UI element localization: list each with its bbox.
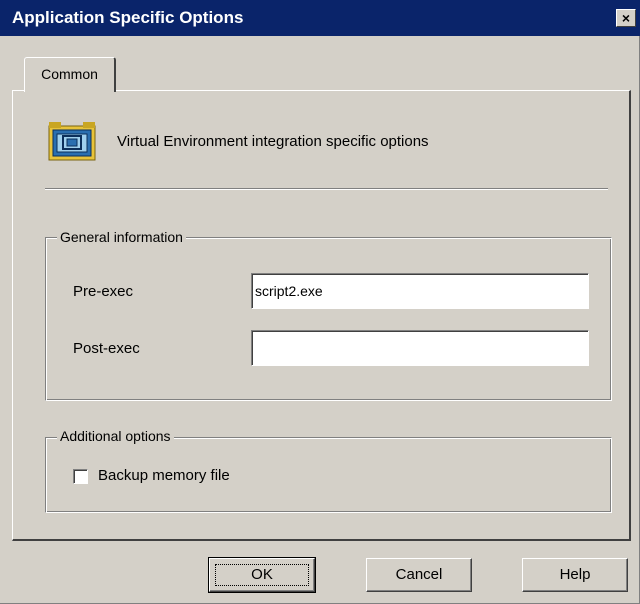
- post-exec-input[interactable]: [251, 330, 589, 366]
- cancel-button[interactable]: Cancel: [366, 558, 472, 592]
- general-information-title: General information: [57, 229, 186, 245]
- separator-line: [45, 188, 608, 190]
- help-label: Help: [559, 566, 591, 583]
- pre-exec-input[interactable]: [251, 273, 589, 309]
- window-title: Application Specific Options: [12, 8, 244, 27]
- backup-memory-label[interactable]: Backup memory file: [98, 467, 230, 484]
- ok-focus-rect: [215, 564, 309, 586]
- additional-options-title: Additional options: [57, 428, 174, 444]
- backup-memory-checkbox[interactable]: [73, 469, 88, 484]
- general-information-group: [45, 237, 612, 401]
- ok-button[interactable]: OK: [208, 557, 316, 593]
- dialog-window: Application Specific Options × Common Vi…: [0, 0, 640, 604]
- post-exec-label: Post-exec: [73, 340, 140, 357]
- tab-common[interactable]: Common: [24, 57, 116, 92]
- virtual-environment-icon: [48, 122, 96, 161]
- close-icon: ×: [621, 10, 631, 26]
- help-button[interactable]: Help: [522, 558, 628, 592]
- tab-common-label: Common: [41, 66, 98, 82]
- header-description: Virtual Environment integration specific…: [117, 133, 429, 150]
- close-button[interactable]: ×: [616, 9, 636, 27]
- cancel-label: Cancel: [395, 566, 443, 583]
- pre-exec-label: Pre-exec: [73, 283, 134, 300]
- title-bar: Application Specific Options ×: [0, 0, 640, 36]
